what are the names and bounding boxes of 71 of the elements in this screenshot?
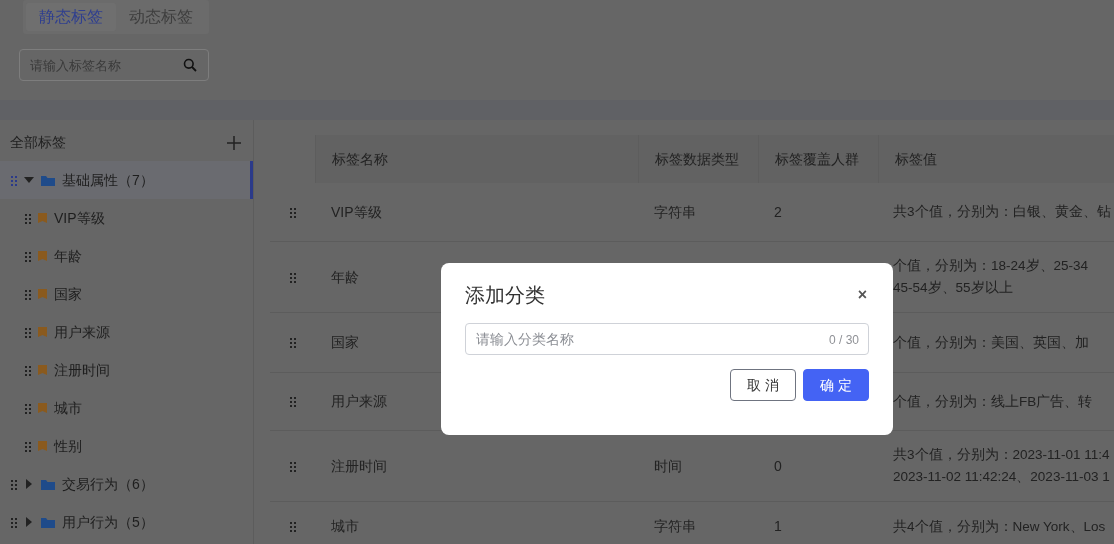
drag-handle-icon: [24, 212, 31, 224]
character-counter: 0 / 30: [828, 332, 859, 349]
tree-item-label: 国家: [54, 284, 82, 304]
search-icon: [183, 58, 197, 72]
table-cell: 字符串: [638, 183, 758, 242]
confirm-button[interactable]: 确 定: [803, 369, 869, 401]
tree-item-label: 基础属性（7）: [62, 170, 154, 190]
tree-item[interactable]: 基础属性（7）: [0, 161, 253, 199]
drag-handle-icon: [10, 516, 17, 528]
drag-handle-icon: [24, 250, 31, 262]
table-cell: 2: [758, 183, 878, 242]
tag-icon: [38, 403, 47, 413]
tree-item-label: 用户行为（5）: [62, 512, 154, 532]
sidebar-title: 全部标签: [10, 133, 66, 152]
tag-icon: [38, 289, 47, 299]
add-icon[interactable]: [227, 135, 241, 150]
drag-handle-icon: [289, 396, 296, 407]
tree-item[interactable]: 性别: [0, 427, 253, 465]
tree-item[interactable]: 年龄: [0, 237, 253, 275]
drag-handle-icon: [10, 478, 17, 490]
table-cell-text: 个值，分别为：美国、英国、加: [893, 333, 1089, 352]
table-cell: 字符串: [638, 502, 758, 544]
drag-handle-icon: [10, 174, 17, 186]
tab[interactable]: 静态标签: [26, 3, 116, 31]
column-header: 标签值: [878, 135, 1114, 183]
table-cell: VIP等级: [315, 183, 638, 242]
tree-item[interactable]: 用户来源: [0, 313, 253, 351]
column-header: 标签名称: [315, 135, 638, 183]
drag-handle-icon: [289, 521, 296, 532]
tree-item-label: 城市: [54, 398, 82, 418]
tree-item[interactable]: 城市: [0, 389, 253, 427]
drag-handle-icon: [289, 206, 296, 218]
tree-item[interactable]: 用户行为（5）: [0, 503, 253, 541]
folder-icon: [41, 516, 55, 528]
table-cell-text: 共3个值，分别为：白银、黄金、钻: [893, 203, 1111, 222]
table-cell: 城市: [315, 502, 638, 544]
tree-item-label: VIP等级: [54, 208, 105, 228]
drag-handle-icon: [24, 326, 31, 338]
tag-icon: [38, 365, 47, 375]
table-cell-text: 共3个值，分别为：2023-11-01 11:4: [893, 446, 1110, 465]
tree-item-label: 用户来源: [54, 322, 110, 342]
drag-handle-icon: [24, 440, 31, 452]
cancel-button[interactable]: 取 消: [730, 369, 797, 401]
tree-item-label: 注册时间: [54, 360, 110, 380]
drag-handle-icon: [24, 402, 31, 414]
table-cell-text: 2023-11-02 11:42:24、2023-11-03 1: [893, 468, 1110, 486]
tree-item-label: 性别: [54, 436, 82, 456]
table-cell-text: 共4个值，分别为：New York、Los: [893, 517, 1106, 536]
close-button[interactable]: ×: [855, 287, 869, 303]
drag-handle-icon: [289, 271, 296, 283]
tree-item[interactable]: VIP等级: [0, 199, 253, 237]
dialog-title: 添加分类: [465, 283, 545, 307]
folder-icon: [41, 174, 55, 186]
drag-handle-icon: [289, 460, 296, 472]
tree-item-label: 交易行为（6）: [62, 474, 154, 494]
tag-icon: [38, 213, 47, 223]
drag-handle-icon: [24, 364, 31, 376]
tree-item[interactable]: 交易行为（6）: [0, 465, 253, 503]
drag-handle-icon: [289, 337, 296, 348]
table-cell: 1: [758, 502, 878, 544]
tree-item[interactable]: 国家: [0, 275, 253, 313]
tag-icon: [38, 441, 47, 451]
table-cell-text: 个值，分别为：18-24岁、25-34: [893, 257, 1089, 276]
tree-item-label: 年龄: [54, 246, 82, 266]
tag-icon: [38, 251, 47, 261]
column-header: 标签覆盖人群: [758, 135, 878, 183]
column-header: 标签数据类型: [638, 135, 758, 183]
drag-handle-icon: [24, 288, 31, 300]
folder-icon: [41, 478, 55, 490]
tree-item[interactable]: 注册时间: [0, 351, 253, 389]
tag-icon: [38, 327, 47, 337]
